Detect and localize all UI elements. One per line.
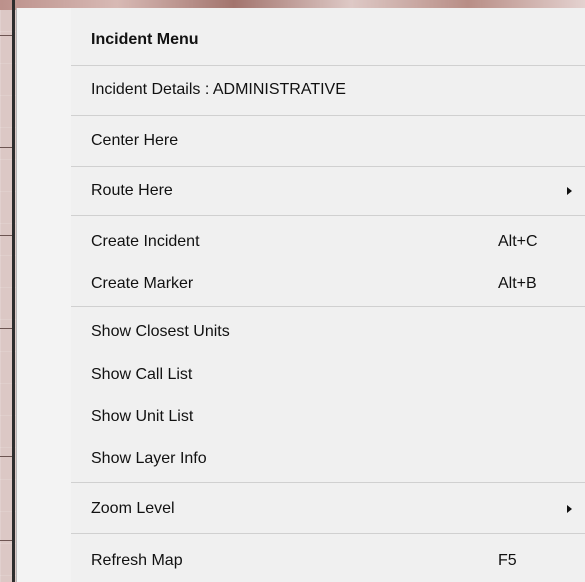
menu-item-label: Show Layer Info bbox=[91, 450, 207, 467]
menu-item-label: Center Here bbox=[91, 132, 179, 149]
menu-item-label: Show Unit List bbox=[91, 408, 194, 425]
chevron-right-icon bbox=[567, 187, 572, 195]
menu-item-incident-details[interactable]: Incident Details : ADMINISTRATIVE bbox=[17, 73, 585, 107]
map-tick bbox=[0, 456, 12, 457]
menu-separator bbox=[71, 533, 585, 534]
shortcut-text: F5 bbox=[498, 552, 517, 569]
menu-item-label: Incident Details : ADMINISTRATIVE bbox=[91, 81, 346, 98]
menu-item-label: Show Closest Units bbox=[91, 323, 230, 340]
map-tick bbox=[0, 540, 12, 541]
menu-item-show-unit-list[interactable]: Show Unit List bbox=[17, 400, 585, 434]
map-tick bbox=[0, 147, 12, 148]
map-tick bbox=[0, 35, 12, 36]
menu-item-label: Show Call List bbox=[91, 366, 193, 383]
menu-item-center-here[interactable]: Center Here bbox=[17, 124, 585, 158]
menu-separator bbox=[71, 482, 585, 483]
menu-item-label: Zoom Level bbox=[91, 500, 175, 517]
menu-item-refresh-map[interactable]: Refresh Map F5 bbox=[17, 544, 585, 578]
menu-header: Incident Menu bbox=[17, 23, 585, 57]
menu-separator bbox=[71, 166, 585, 167]
map-tick bbox=[0, 235, 12, 236]
menu-item-zoom-level[interactable]: Zoom Level bbox=[17, 492, 585, 526]
menu-separator bbox=[71, 215, 585, 216]
map-tick bbox=[0, 328, 12, 329]
map-edge-line bbox=[12, 0, 15, 582]
menu-item-label: Refresh Map bbox=[91, 552, 183, 569]
shortcut-text: Alt+C bbox=[498, 233, 538, 250]
menu-item-route-here[interactable]: Route Here bbox=[17, 174, 585, 208]
context-menu: Incident Menu Incident Details : ADMINIS… bbox=[16, 8, 585, 582]
menu-separator bbox=[71, 306, 585, 307]
menu-item-label: Route Here bbox=[91, 182, 173, 199]
menu-separator bbox=[71, 65, 585, 66]
chevron-right-icon bbox=[567, 505, 572, 513]
menu-separator bbox=[71, 115, 585, 116]
menu-item-label: Create Marker bbox=[91, 275, 194, 292]
menu-item-show-call-list[interactable]: Show Call List bbox=[17, 358, 585, 392]
menu-item-create-incident[interactable]: Create Incident Alt+C bbox=[17, 225, 585, 259]
menu-item-show-layer-info[interactable]: Show Layer Info bbox=[17, 442, 585, 476]
menu-item-show-closest-units[interactable]: Show Closest Units bbox=[17, 315, 585, 349]
menu-item-create-marker[interactable]: Create Marker Alt+B bbox=[17, 267, 585, 301]
menu-item-label: Create Incident bbox=[91, 233, 200, 250]
menu-title: Incident Menu bbox=[91, 31, 199, 48]
shortcut-text: Alt+B bbox=[498, 275, 537, 292]
